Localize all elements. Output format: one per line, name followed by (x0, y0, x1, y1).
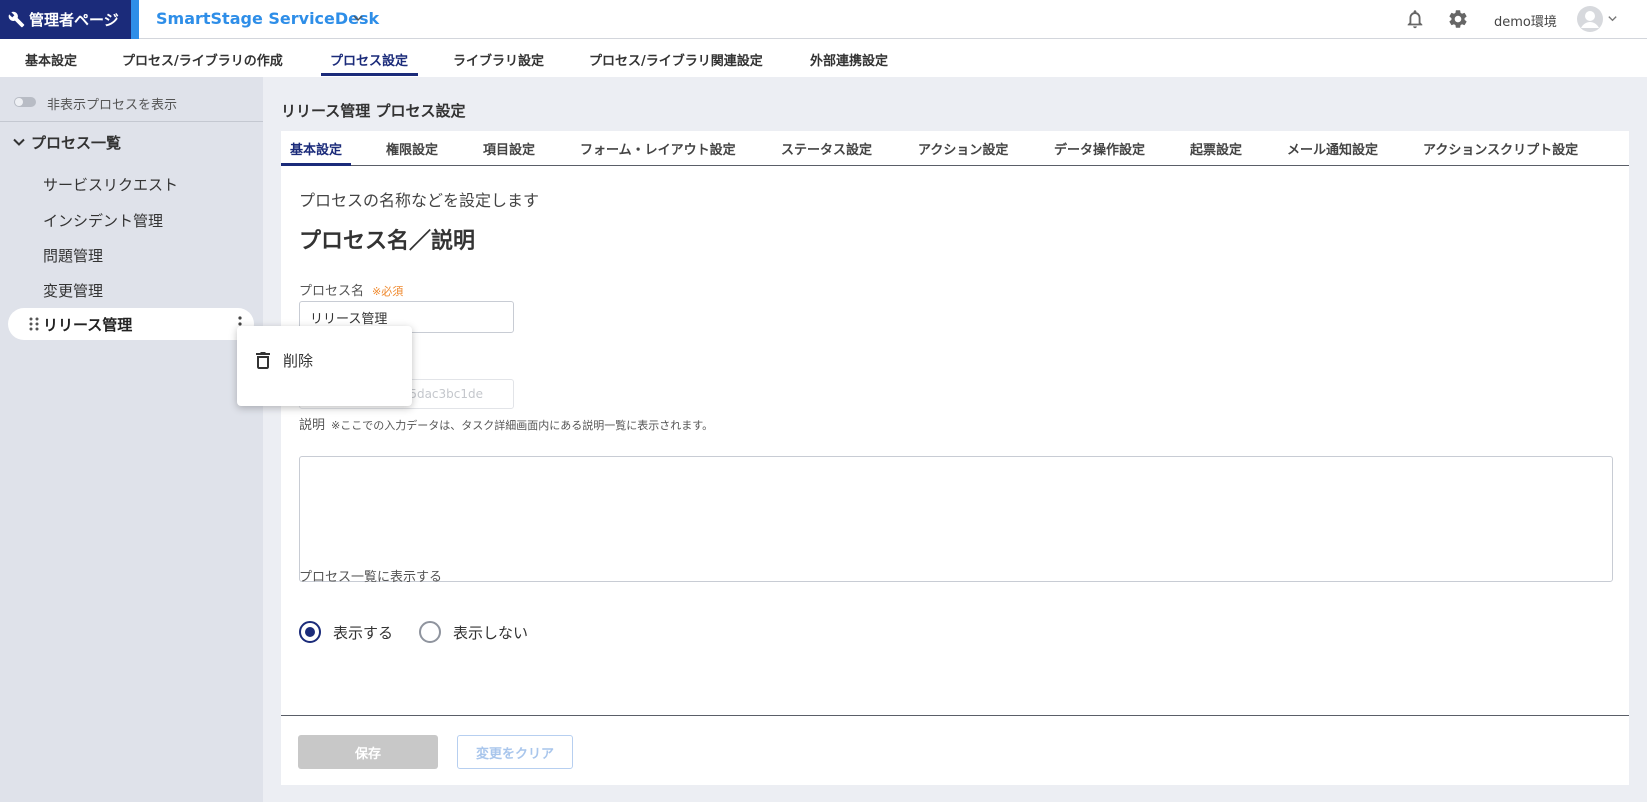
subtab-status[interactable]: ステータス設定 (781, 139, 872, 158)
drag-handle-icon[interactable] (28, 316, 40, 332)
show-hidden-toggle[interactable] (14, 97, 36, 107)
subtab-mail-notification[interactable]: メール通知設定 (1287, 139, 1378, 158)
subtab-form-layout[interactable]: フォーム・レイアウト設定 (580, 139, 736, 158)
tab-library-settings[interactable]: ライブラリ設定 (453, 50, 544, 69)
admin-page-label: 管理者ページ (29, 11, 119, 29)
tab-basic-settings[interactable]: 基本設定 (25, 50, 77, 69)
tab-process-library-create[interactable]: プロセス/ライブラリの作成 (122, 50, 283, 69)
tab-process-settings[interactable]: プロセス設定 (330, 50, 408, 69)
intro-text: プロセスの名称などを設定します (299, 191, 540, 210)
process-name-label-row: プロセス名 ※必須 (299, 280, 403, 299)
show-hidden-label: 非表示プロセスを表示 (47, 98, 178, 113)
bell-icon[interactable] (1404, 8, 1426, 30)
description-label: 説明 (299, 418, 326, 433)
delete-label: 削除 (283, 351, 314, 370)
settings-panel: 基本設定 権限設定 項目設定 フォーム・レイアウト設定 ステータス設定 アクショ… (281, 131, 1629, 785)
environment-label: demo環境 (1494, 15, 1557, 30)
chevron-down-icon (13, 138, 25, 146)
description-note: ※ここでの入力データは、タスク詳細画面内にある説明一覧に表示されます。 (331, 419, 714, 432)
active-subtab-underline (281, 163, 351, 166)
description-textarea[interactable] (299, 456, 1613, 582)
context-menu: 削除 (237, 326, 412, 406)
subtab-permissions[interactable]: 権限設定 (386, 139, 438, 158)
process-list-title: プロセス一覧 (31, 133, 122, 152)
active-tab-underline (321, 73, 418, 76)
subtab-fields[interactable]: 項目設定 (483, 139, 535, 158)
footer-divider (281, 715, 1629, 716)
required-mark: ※必須 (372, 285, 404, 298)
app-title[interactable]: SmartStage ServiceDesk (156, 9, 379, 28)
gear-icon[interactable] (1447, 8, 1469, 30)
description-label-row: 説明 ※ここでの入力データは、タスク詳細画面内にある説明一覧に表示されます。 (299, 414, 713, 433)
sidebar-item-service-request[interactable]: サービスリクエスト (43, 174, 178, 195)
sidebar-item-release[interactable]: リリース管理 (43, 314, 132, 335)
sidebar-item-incident[interactable]: インシデント管理 (43, 210, 163, 231)
wrench-icon (8, 11, 25, 28)
process-id-value: 5dac3bc1de (409, 387, 483, 401)
save-button[interactable]: 保存 (298, 735, 438, 769)
subtab-ticket-creation[interactable]: 起票設定 (1190, 139, 1242, 158)
process-name-label: プロセス名 (299, 284, 365, 299)
main-nav: 基本設定 プロセス/ライブラリの作成 プロセス設定 ライブラリ設定 プロセス/ラ… (0, 39, 1647, 77)
process-list-header[interactable]: プロセス一覧 (12, 131, 121, 153)
radio-hide-label[interactable]: 表示しない (453, 622, 528, 643)
admin-page-badge[interactable]: 管理者ページ (0, 0, 131, 39)
sidebar-item-problem[interactable]: 問題管理 (43, 245, 103, 266)
tab-external-integration[interactable]: 外部連携設定 (810, 50, 888, 69)
subtab-action-script[interactable]: アクションスクリプト設定 (1423, 139, 1578, 158)
radio-show-label[interactable]: 表示する (333, 622, 393, 643)
radio-show[interactable] (299, 621, 321, 643)
trash-icon (256, 352, 270, 369)
page-title: リリース管理 プロセス設定 (281, 102, 466, 120)
subtab-basic[interactable]: 基本設定 (290, 139, 342, 158)
subtab-data-operations[interactable]: データ操作設定 (1054, 139, 1145, 158)
chevron-down-icon[interactable] (352, 12, 364, 24)
subtab-actions[interactable]: アクション設定 (918, 139, 1008, 158)
show-in-list-radio-group: 表示する 表示しない (299, 620, 528, 644)
section-title: プロセス名／説明 (299, 229, 476, 254)
top-bar: 管理者ページ SmartStage ServiceDesk demo環境 (0, 0, 1647, 39)
sidebar: 非表示プロセスを表示 プロセス一覧 サービスリクエスト インシデント管理 問題管… (0, 77, 263, 802)
radio-hide[interactable] (419, 621, 442, 643)
context-menu-delete[interactable]: 削除 (237, 338, 412, 382)
tab-process-library-relations[interactable]: プロセス/ライブラリ関連設定 (589, 50, 763, 69)
show-in-list-label: プロセス一覧に表示する (299, 570, 443, 585)
clear-changes-button[interactable]: 変更をクリア (457, 735, 573, 769)
sidebar-item-change[interactable]: 変更管理 (43, 280, 103, 301)
avatar-icon[interactable] (1576, 5, 1604, 33)
sidebar-divider (0, 121, 263, 122)
subtab-bar: 基本設定 権限設定 項目設定 フォーム・レイアウト設定 ステータス設定 アクショ… (281, 131, 1629, 166)
accent-stripe (131, 0, 139, 39)
chevron-down-icon[interactable] (1607, 13, 1618, 24)
